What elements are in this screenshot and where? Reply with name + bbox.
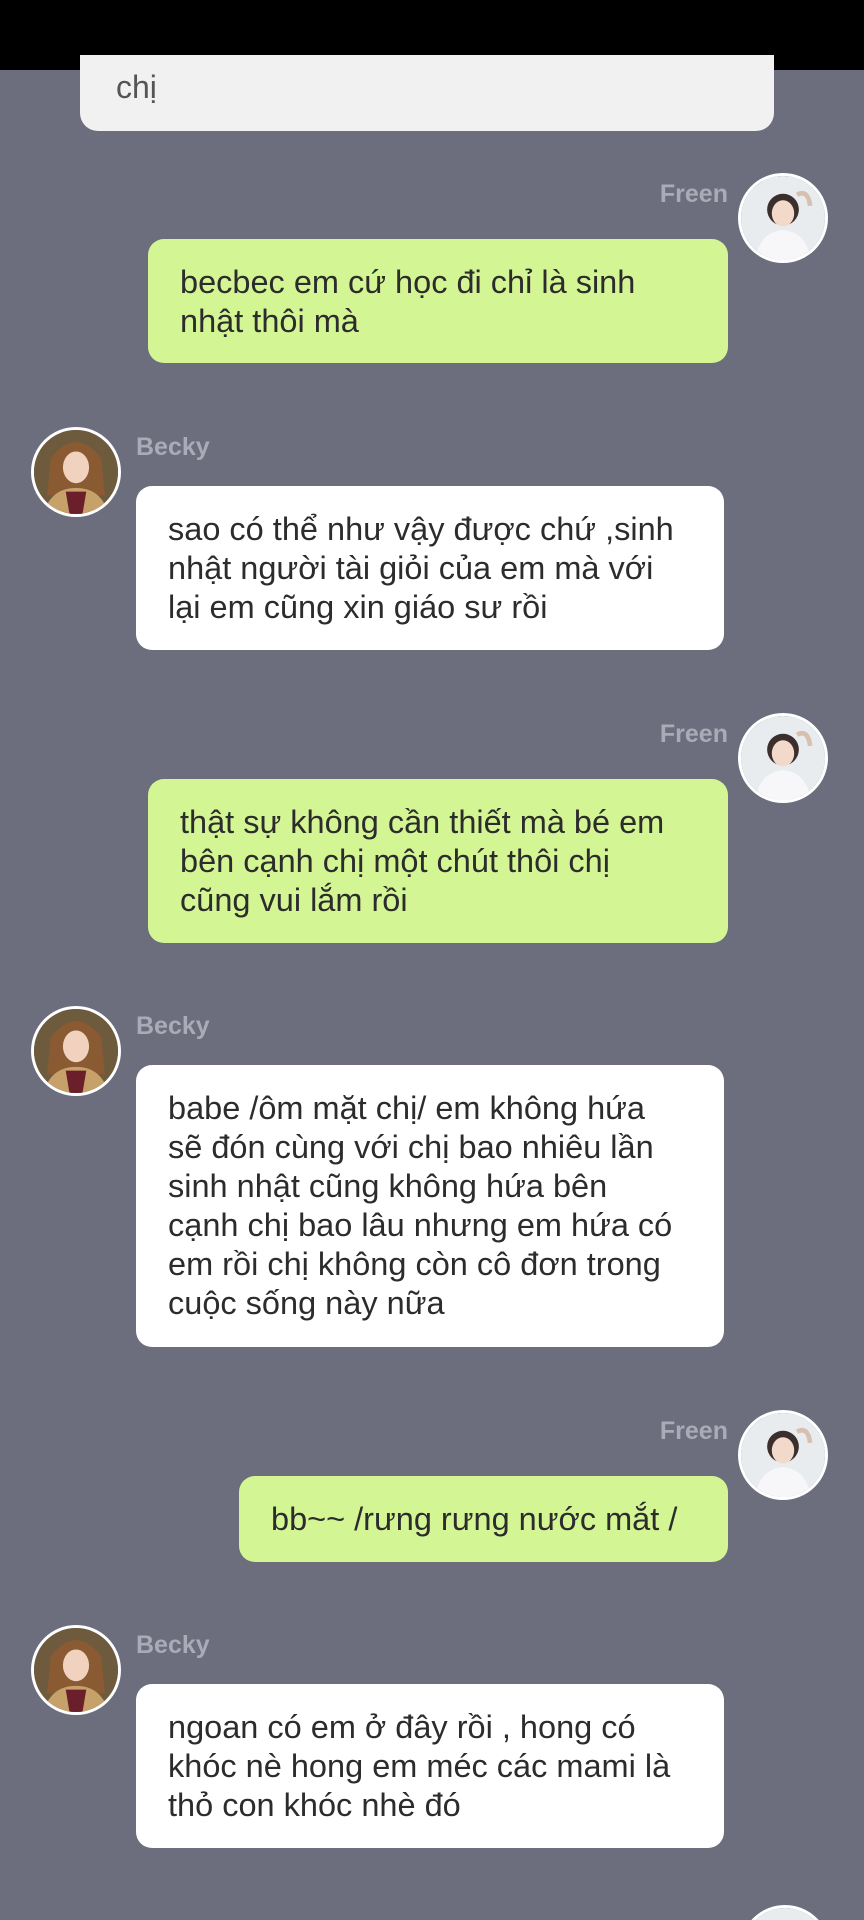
message-bubble-freen[interactable]: bb~~ /rưng rưng nước mắt /: [239, 1476, 728, 1562]
sender-name-becky: Becky: [136, 1012, 210, 1040]
next-message-avatar-partial: [740, 1905, 830, 1920]
previous-message-text: chị: [116, 69, 157, 105]
message-bubble-freen[interactable]: becbec em cứ học đi chỉ là sinh nhật thô…: [148, 239, 728, 363]
freen-avatar: [740, 1905, 830, 1920]
message-bubble-becky[interactable]: ngoan có em ở đây rồi , hong có khóc nè …: [136, 1684, 724, 1848]
message-bubble-becky[interactable]: babe /ôm mặt chị/ em không hứa sẽ đón cù…: [136, 1065, 724, 1347]
becky-avatar[interactable]: [31, 427, 121, 517]
sender-name-freen: Freen: [659, 1417, 728, 1445]
sender-name-freen: Freen: [659, 180, 728, 208]
message-bubble-becky[interactable]: sao có thể như vậy được chứ ,sinh nhật n…: [136, 486, 724, 650]
previous-message-bubble[interactable]: chị: [80, 55, 774, 131]
becky-avatar[interactable]: [31, 1625, 121, 1715]
sender-name-becky: Becky: [136, 433, 210, 461]
freen-avatar[interactable]: [738, 1410, 828, 1500]
freen-avatar[interactable]: [738, 173, 828, 263]
becky-avatar[interactable]: [31, 1006, 121, 1096]
freen-avatar[interactable]: [738, 713, 828, 803]
sender-name-freen: Freen: [659, 720, 728, 748]
sender-name-becky: Becky: [136, 1631, 210, 1659]
message-bubble-freen[interactable]: thật sự không cần thiết mà bé em bên cạn…: [148, 779, 728, 943]
